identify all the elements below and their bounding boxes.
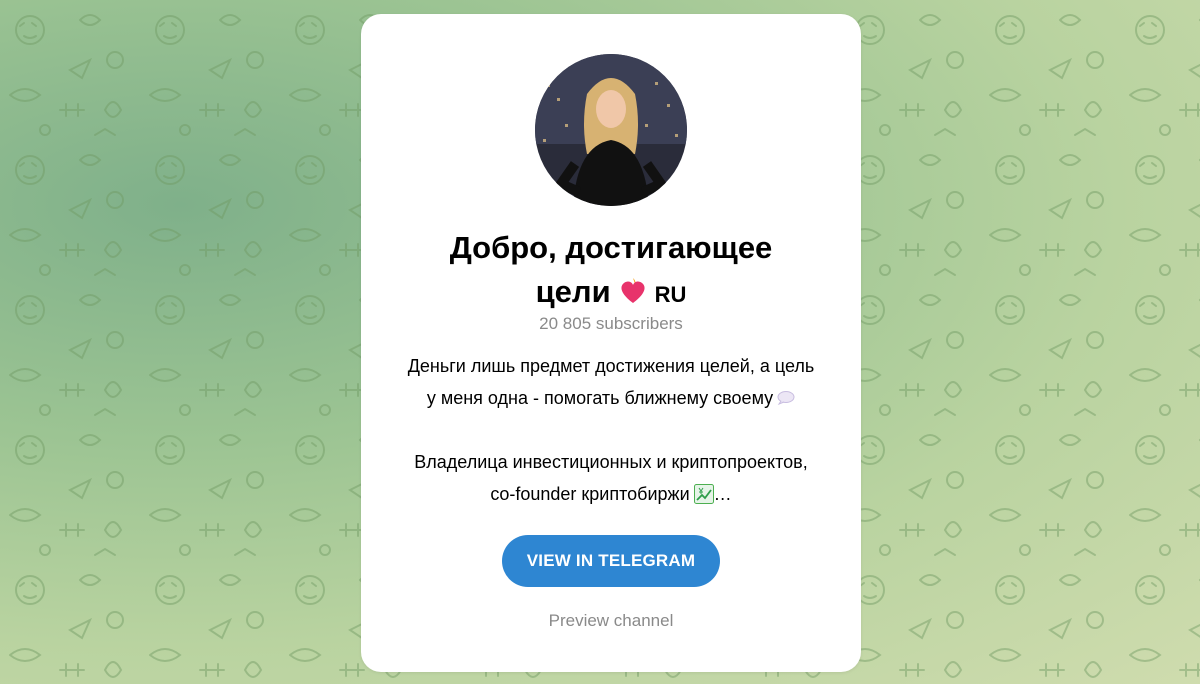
view-in-telegram-button[interactable]: VIEW IN TELEGRAM xyxy=(502,535,720,587)
subscriber-count: 20 805 subscribers xyxy=(539,314,683,333)
channel-title: Добро, достигающее цели RU xyxy=(381,226,841,318)
channel-avatar xyxy=(535,54,687,206)
channel-card: Добро, достигающее цели RU 20 805 subscri… xyxy=(361,14,861,672)
chart-increasing-yen-icon xyxy=(693,482,714,504)
channel-title-suffix: RU xyxy=(654,282,687,307)
description-line: co-founder криптобиржи xyxy=(490,484,690,504)
preview-channel-link[interactable]: Preview channel xyxy=(361,611,861,631)
description-line: Владелица инвестиционных и криптопроекто… xyxy=(414,452,808,472)
description-ellipsis: … xyxy=(713,484,732,504)
description-line: у меня одна - помогать ближнему своему xyxy=(426,388,774,408)
description-line: Деньги лишь предмет достижения целей, а … xyxy=(407,356,815,376)
channel-description: Деньги лишь предмет достижения целей, а … xyxy=(377,350,845,510)
channel-title-line1: Добро, достигающее xyxy=(449,230,773,265)
heart-on-fire-icon xyxy=(617,274,649,318)
channel-title-line2: цели xyxy=(535,274,611,309)
speech-bubble-icon xyxy=(777,383,795,406)
